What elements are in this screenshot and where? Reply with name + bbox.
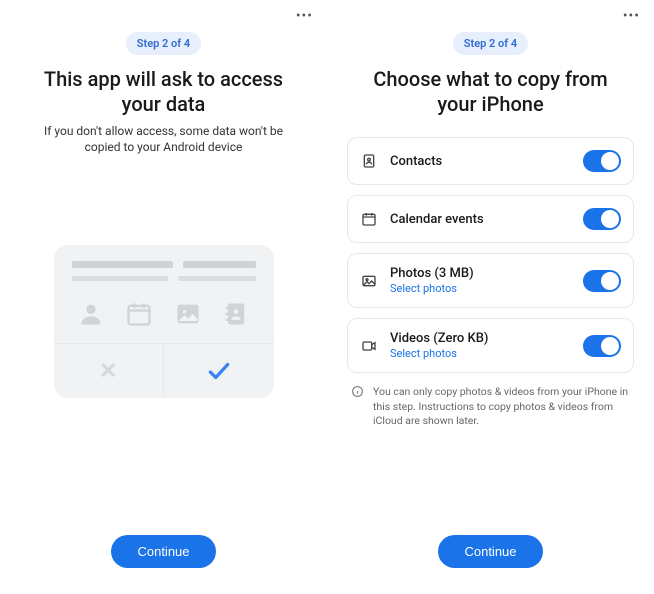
toggle-contacts[interactable] [583, 150, 621, 172]
photos-icon [360, 272, 378, 290]
page-subtitle: If you don't allow access, some data won… [20, 123, 307, 155]
deny-illustration-icon: ✕ [54, 344, 164, 398]
screen-access-permission: ••• Step 2 of 4 This app will ask to acc… [0, 0, 327, 594]
page-title: This app will ask to access your data [20, 67, 307, 117]
select-videos-link[interactable]: Select photos [390, 347, 571, 360]
option-label: Photos (3 MB) [390, 266, 571, 281]
option-label: Calendar events [390, 212, 571, 227]
calendar-icon [360, 210, 378, 228]
option-label: Videos (Zero KB) [390, 331, 571, 346]
select-photos-link[interactable]: Select photos [390, 282, 571, 295]
continue-button[interactable]: Continue [111, 535, 215, 568]
videos-icon [360, 337, 378, 355]
continue-button[interactable]: Continue [438, 535, 542, 568]
toggle-videos[interactable] [583, 335, 621, 357]
screen-choose-copy: ••• Step 2 of 4 Choose what to copy from… [327, 0, 654, 594]
page-title: Choose what to copy from your iPhone [347, 67, 634, 117]
step-badge: Step 2 of 4 [126, 32, 201, 55]
image-icon [171, 297, 205, 331]
option-contacts[interactable]: Contacts [347, 137, 634, 185]
contacts-book-icon [219, 297, 253, 331]
contacts-icon [360, 152, 378, 170]
toggle-calendar[interactable] [583, 208, 621, 230]
info-note: You can only copy photos & videos from y… [347, 385, 634, 429]
step-badge: Step 2 of 4 [453, 32, 528, 55]
allow-illustration-icon [163, 344, 274, 398]
option-photos[interactable]: Photos (3 MB) Select photos [347, 253, 634, 308]
permission-illustration: ✕ [54, 245, 274, 398]
person-icon [74, 297, 108, 331]
more-menu-icon[interactable]: ••• [623, 8, 640, 24]
option-videos[interactable]: Videos (Zero KB) Select photos [347, 318, 634, 373]
toggle-photos[interactable] [583, 270, 621, 292]
calendar-icon [122, 297, 156, 331]
info-text: You can only copy photos & videos from y… [373, 385, 630, 429]
more-menu-icon[interactable]: ••• [296, 8, 313, 24]
info-icon [351, 385, 365, 399]
option-label: Contacts [390, 154, 571, 169]
option-calendar[interactable]: Calendar events [347, 195, 634, 243]
copy-options-list: Contacts Calendar events Photos (3 MB) S… [347, 137, 634, 373]
